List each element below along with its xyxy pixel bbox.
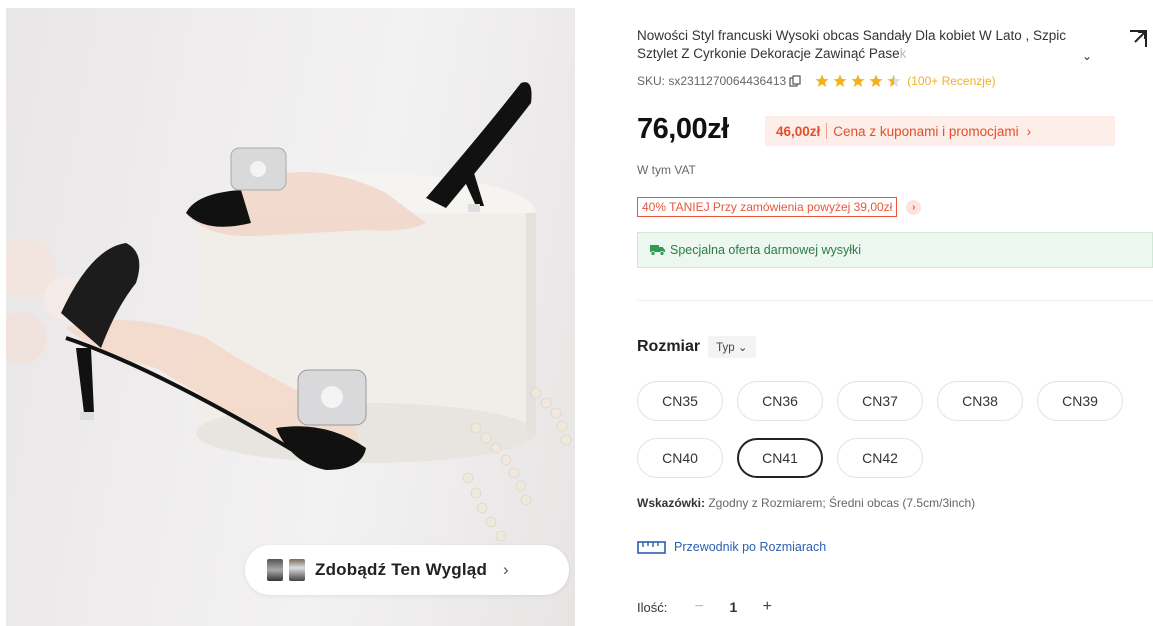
size-guide-label: Przewodnik po Rozmiarach [674, 540, 827, 554]
star-full-icon [815, 74, 829, 87]
size-title: Rozmiar [637, 338, 701, 355]
size-type-label: Typ [716, 342, 735, 354]
coupon-price: 46,00zł [776, 123, 821, 139]
product-photo-illustration [6, 82, 572, 542]
size-option-cn38[interactable]: CN38 [937, 381, 1023, 421]
size-option-cn41-selected[interactable]: CN41 [737, 438, 823, 478]
size-option-cn40[interactable]: CN40 [637, 438, 723, 478]
promo-more-chevron-icon[interactable]: › [906, 199, 922, 215]
size-hints: Wskazówki: Zgodny z Rozmiarem; Średni ob… [637, 496, 975, 510]
vat-note: W tym VAT [637, 163, 696, 177]
size-option-cn42[interactable]: CN42 [837, 438, 923, 478]
size-option-cn39[interactable]: CN39 [1037, 381, 1123, 421]
get-the-look-button[interactable]: Zdobądź Ten Wygląd › [245, 545, 569, 595]
reviews-link[interactable]: (100+ Recenzje) [907, 74, 995, 88]
get-the-look-label: Zdobądź Ten Wygląd [315, 560, 488, 579]
promo-discount-tag[interactable]: 40% TANIEJ Przy zamówienia powyżej 39,00… [637, 197, 898, 217]
size-option-cn36[interactable]: CN36 [737, 381, 823, 421]
price: 76,00zł [637, 113, 729, 145]
product-image[interactable]: Zdobądź Ten Wygląd › [6, 8, 575, 626]
size-option-cn37[interactable]: CN37 [837, 381, 923, 421]
product-info-panel: Nowości Styl francuski Wysoki obcas Sand… [637, 0, 1153, 626]
look-thumbnail-2 [289, 559, 305, 581]
look-thumbnail-1 [267, 559, 283, 581]
star-full-icon [869, 74, 883, 87]
share-icon[interactable] [1127, 28, 1149, 50]
size-type-dropdown[interactable]: Typ ⌄ [708, 336, 756, 358]
size-header: Rozmiar Typ ⌄ [637, 336, 756, 358]
size-guide-link[interactable]: Przewodnik po Rozmiarach [637, 540, 826, 554]
copy-icon[interactable] [789, 75, 801, 87]
ruler-icon [637, 540, 666, 554]
star-full-icon [833, 74, 847, 87]
rating-stars [815, 74, 901, 88]
quantity-label: Ilość: [637, 599, 668, 615]
expand-title-chevron-icon[interactable]: ⌄ [1082, 49, 1092, 63]
truck-icon [650, 245, 665, 256]
quantity-increase-button[interactable]: + [753, 598, 781, 616]
sku-text: SKU: sx2311270064436413 [637, 74, 787, 88]
chevron-right-icon: › [1026, 123, 1032, 139]
size-option-cn35[interactable]: CN35 [637, 381, 723, 421]
quantity-value[interactable]: 1 [713, 599, 753, 615]
chevron-down-icon: ⌄ [737, 342, 748, 354]
hints-text: Zgodny z Rozmiarem; Średni obcas (7.5cm/… [705, 496, 976, 510]
sku-rating-row: SKU: sx2311270064436413 (100+ Recenzje) [637, 72, 996, 90]
shipping-text: Specjalna oferta darmowej wysyłki [670, 243, 862, 257]
hints-label: Wskazówki: [637, 496, 706, 510]
product-title-text: Nowości Styl francuski Wysoki obcas Sand… [637, 28, 1067, 61]
quantity-decrease-button[interactable]: − [685, 598, 713, 616]
coupon-price-banner[interactable]: 46,00zł Cena z kuponami i promocjami › [765, 116, 1115, 146]
free-shipping-banner: Specjalna oferta darmowej wysyłki [637, 232, 1153, 268]
promo-row: 40% TANIEJ Przy zamówienia powyżej 39,00… [637, 197, 922, 217]
coupon-text: Cena z kuponami i promocjami [833, 123, 1019, 139]
product-title-faded: k [899, 46, 907, 61]
section-divider [637, 300, 1153, 301]
product-title: Nowości Styl francuski Wysoki obcas Sand… [637, 27, 1087, 63]
star-half-icon [887, 74, 901, 87]
star-full-icon [851, 74, 865, 87]
chevron-right-icon: › [503, 560, 509, 579]
quantity-stepper: Ilość: − 1 + [637, 598, 781, 616]
divider [826, 123, 828, 139]
